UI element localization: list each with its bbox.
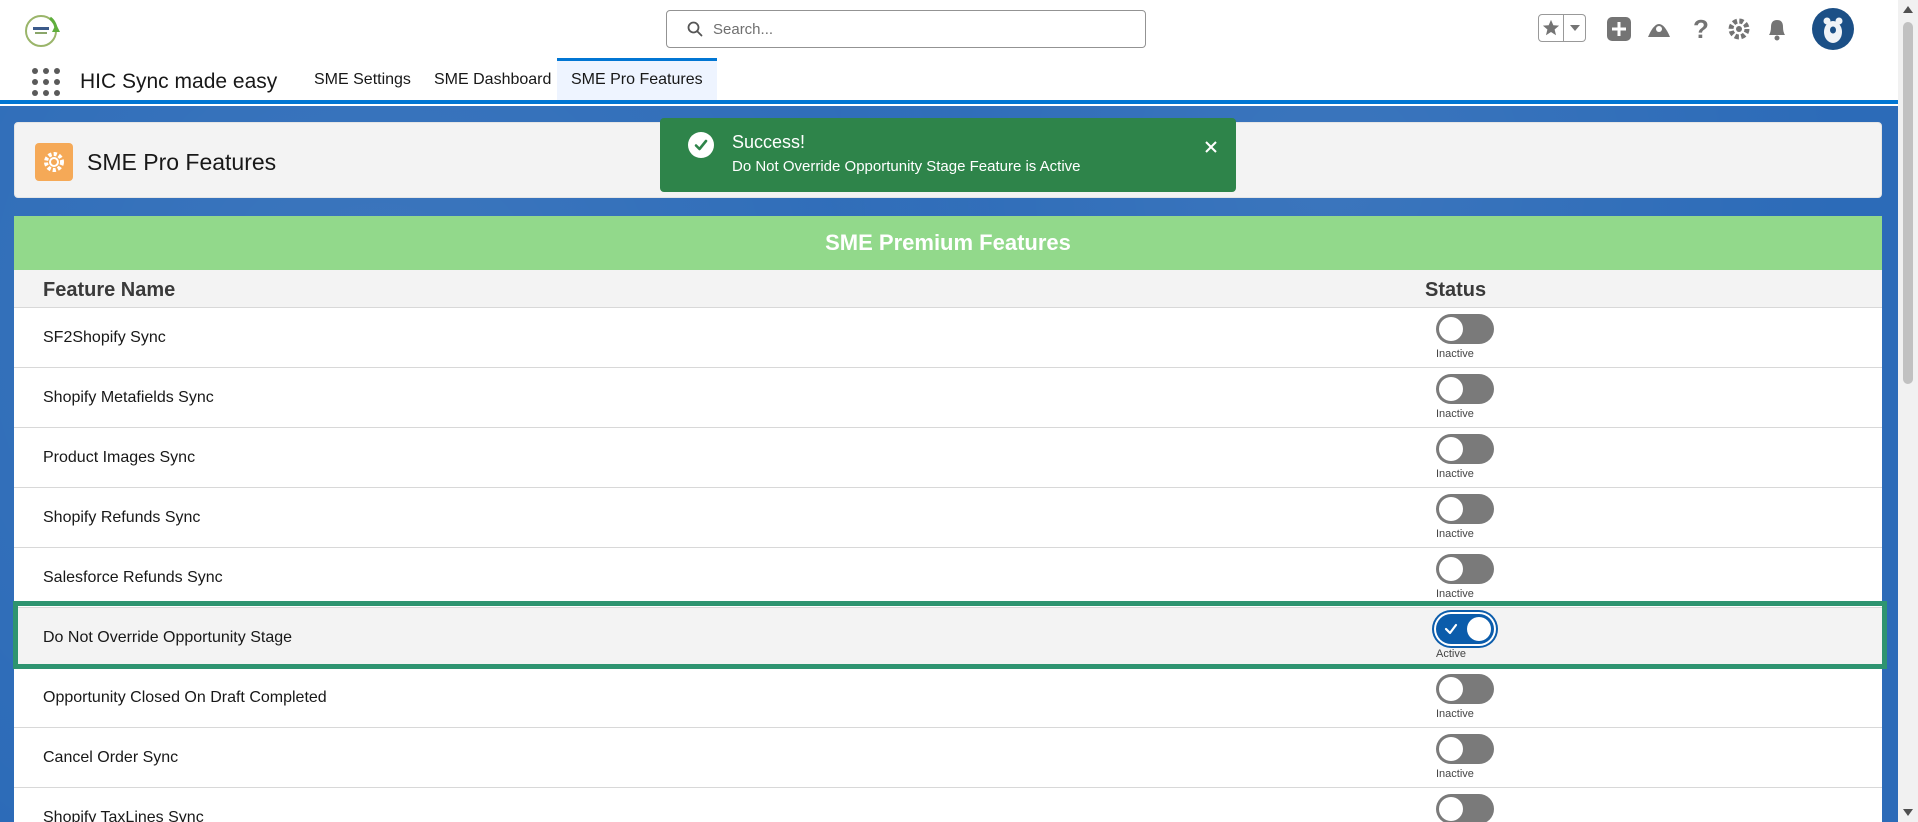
scroll-down-arrow-icon[interactable] (1903, 809, 1913, 816)
premium-features-card: SME Premium Features Feature Name Status… (14, 216, 1882, 822)
table-header: Feature Name Status (14, 270, 1882, 308)
table-row: Product Images Sync Inactive (14, 428, 1882, 488)
app-navigation-bar: HIC Sync made easy SME Settings SME Dash… (0, 58, 1898, 104)
success-check-icon (688, 132, 714, 158)
table-row: Shopify Refunds Sync Inactive (14, 488, 1882, 548)
status-toggle[interactable] (1436, 554, 1494, 584)
status-label: Inactive (1436, 528, 1474, 540)
feature-name: Salesforce Refunds Sync (43, 569, 223, 586)
tab-sme-dashboard[interactable]: SME Dashboard (420, 58, 565, 100)
tab-sme-settings[interactable]: SME Settings (300, 58, 425, 100)
table-row: Salesforce Refunds Sync Inactive (14, 548, 1882, 608)
status-toggle[interactable] (1436, 794, 1494, 822)
table-row: Cancel Order Sync Inactive (14, 728, 1882, 788)
status-toggle[interactable] (1436, 734, 1494, 764)
feature-name: Cancel Order Sync (43, 749, 179, 766)
status-toggle[interactable] (1436, 494, 1494, 524)
feature-name: Shopify TaxLines Sync (43, 809, 204, 822)
favorites-dropdown-icon[interactable] (1564, 14, 1586, 42)
toast-title: Success! (732, 132, 806, 152)
toast-message: Do Not Override Opportunity Stage Featur… (732, 158, 1081, 175)
close-icon[interactable] (1200, 136, 1222, 158)
user-avatar[interactable] (1812, 8, 1854, 50)
org-logo[interactable] (20, 10, 66, 50)
global-search[interactable] (666, 10, 1146, 48)
card-banner: SME Premium Features (14, 216, 1882, 270)
search-input[interactable] (713, 20, 1113, 38)
status-label: Active (1436, 648, 1466, 660)
tab-sme-pro-features[interactable]: SME Pro Features (557, 58, 717, 100)
feature-name: Shopify Refunds Sync (43, 509, 201, 526)
status-label: Inactive (1436, 408, 1474, 420)
notifications-bell-icon[interactable] (1762, 14, 1792, 44)
status-toggle[interactable] (1436, 614, 1494, 644)
status-label: Inactive (1436, 468, 1474, 480)
page-title: SME Pro Features (87, 149, 277, 175)
status-label: Inactive (1436, 588, 1474, 600)
status-label: Inactive (1436, 348, 1474, 360)
search-icon (687, 21, 703, 37)
setup-gear-icon[interactable] (1724, 14, 1754, 44)
status-toggle[interactable] (1436, 374, 1494, 404)
status-toggle[interactable] (1436, 674, 1494, 704)
check-icon (1444, 623, 1458, 635)
scrollbar-thumb[interactable] (1903, 22, 1913, 384)
app-name: HIC Sync made easy (80, 70, 278, 93)
status-label: Inactive (1436, 708, 1474, 720)
table-row: Shopify TaxLines Sync (14, 788, 1882, 822)
table-row: Shopify Metafields Sync Inactive (14, 368, 1882, 428)
table-row-selected: Do Not Override Opportunity Stage Active (14, 608, 1882, 668)
scroll-up-arrow-icon[interactable] (1903, 6, 1913, 13)
feature-name: SF2Shopify Sync (43, 329, 166, 346)
feature-name: Shopify Metafields Sync (43, 389, 214, 406)
feature-name: Opportunity Closed On Draft Completed (43, 689, 327, 706)
feature-name: Product Images Sync (43, 449, 196, 466)
page-scrollbar[interactable] (1898, 0, 1918, 822)
status-toggle[interactable] (1436, 314, 1494, 344)
table-row: Opportunity Closed On Draft Completed In… (14, 668, 1882, 728)
global-actions-plus-icon[interactable] (1604, 14, 1634, 44)
feature-name: Do Not Override Opportunity Stage (43, 629, 293, 646)
favorites-star-icon[interactable] (1538, 14, 1564, 42)
column-header-feature-name: Feature Name (43, 279, 176, 301)
global-header: ? (0, 0, 1898, 58)
status-label: Inactive (1436, 768, 1474, 780)
table-row: SF2Shopify Sync Inactive (14, 308, 1882, 368)
column-header-status: Status (1425, 279, 1487, 301)
help-icon[interactable]: ? (1686, 14, 1716, 44)
status-toggle[interactable] (1436, 434, 1494, 464)
success-toast: Success! Do Not Override Opportunity Sta… (660, 118, 1236, 192)
app-launcher-icon[interactable] (32, 68, 60, 96)
trailhead-icon[interactable] (1644, 14, 1674, 44)
gear-icon (35, 143, 73, 181)
